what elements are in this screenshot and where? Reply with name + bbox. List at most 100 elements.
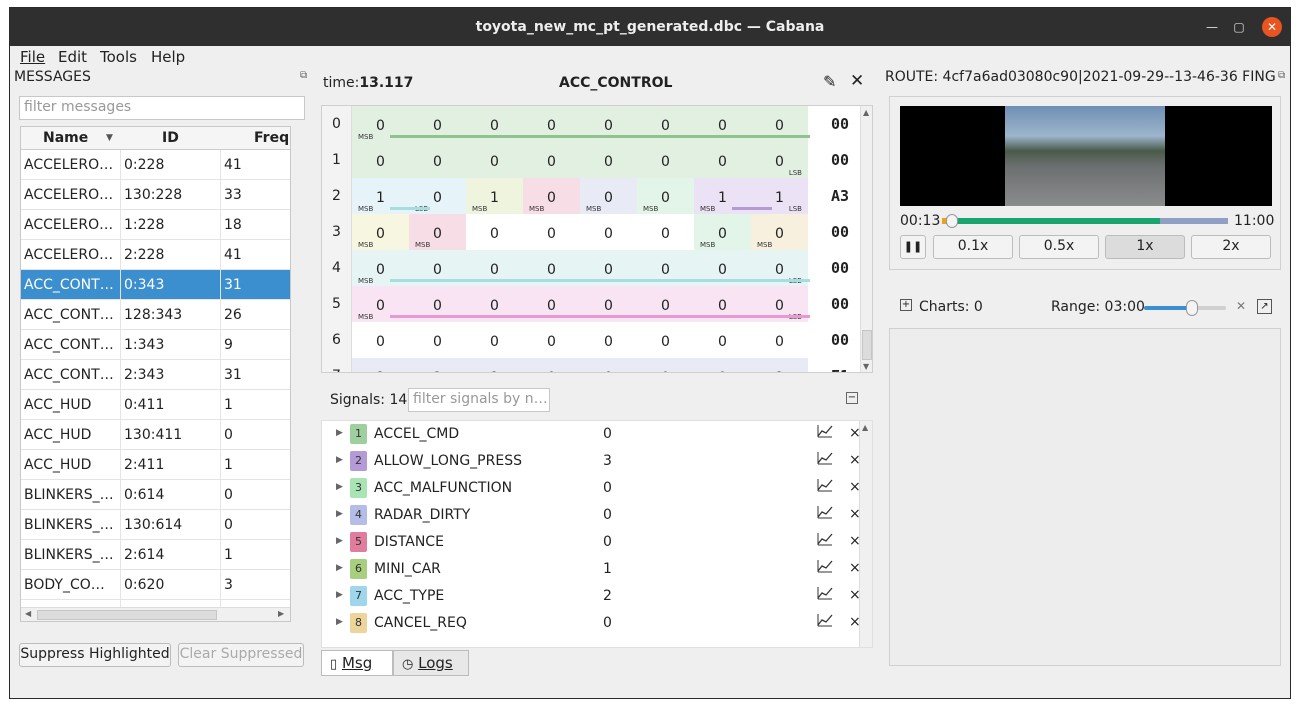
range-slider[interactable] (1144, 300, 1226, 316)
signal-row[interactable]: ▶ 5 DISTANCE 0 × (329, 529, 864, 556)
speed-0.1x-button[interactable]: 0.1x (933, 235, 1013, 259)
video-frame[interactable] (900, 106, 1272, 206)
suppress-highlighted-button[interactable]: Suppress Highlighted (19, 643, 171, 667)
pause-button[interactable]: ❚❚ (900, 235, 926, 259)
messages-hscrollbar[interactable]: ◀ ▶ (21, 607, 290, 621)
table-row[interactable]: ACC_CONT… 1:343 9 (21, 330, 290, 360)
signals-scrollbar[interactable]: ▲ (859, 421, 872, 647)
signal-row[interactable]: ▶ 4 RADAR_DIRTY 0 × (329, 502, 864, 529)
bit-cell[interactable]: 0 MSB (409, 214, 466, 250)
timeline-slider[interactable] (942, 214, 1228, 228)
bit-cell[interactable]: 0 (523, 322, 580, 358)
table-row[interactable]: ACCELERO… 130:228 33 (21, 180, 290, 210)
edit-icon[interactable]: ✎ (823, 72, 836, 91)
bit-cell[interactable]: 0 MSB (751, 214, 808, 250)
bit-cell[interactable]: 0 (694, 358, 751, 372)
clear-suppressed-button[interactable]: Clear Suppressed (178, 643, 304, 667)
expand-arrow-icon[interactable]: ▶ (336, 590, 343, 600)
plot-icon[interactable] (817, 451, 833, 469)
bit-cell[interactable]: 1 (352, 358, 409, 372)
bit-cell[interactable]: 1 (466, 358, 523, 372)
plot-icon[interactable] (817, 424, 833, 442)
signal-row[interactable]: ▶ 7 ACC_TYPE 2 × (329, 583, 864, 610)
bit-cell[interactable]: 0 (580, 322, 637, 358)
expand-arrow-icon[interactable]: ▶ (336, 617, 343, 627)
bit-cell[interactable]: 0 (409, 142, 466, 178)
signal-row[interactable]: ▶ 8 CANCEL_REQ 0 × (329, 610, 864, 637)
close-icon[interactable]: ✕ (1262, 17, 1282, 37)
bit-cell[interactable]: 0 (637, 214, 694, 250)
plot-icon[interactable] (817, 532, 833, 550)
table-row[interactable]: ACC_HUD 0:411 1 (21, 390, 290, 420)
bit-cell[interactable]: 1 (751, 358, 808, 372)
bit-cell[interactable]: 0 (580, 214, 637, 250)
bit-cell[interactable]: 0 (694, 142, 751, 178)
undock-route-icon[interactable]: ⧉ (1278, 70, 1285, 81)
menu-help[interactable]: Help (151, 48, 185, 66)
bit-cell[interactable]: 0 (352, 322, 409, 358)
expand-arrow-icon[interactable]: ▶ (336, 428, 343, 438)
timeline-handle[interactable] (946, 214, 958, 228)
bit-cell[interactable]: 0 (466, 214, 523, 250)
bit-cell[interactable]: 0 (466, 142, 523, 178)
tab-msg[interactable]: ▯ Msg (321, 650, 393, 676)
signal-row[interactable]: ▶ 2 ALLOW_LONG_PRESS 3 × (329, 448, 864, 475)
menu-edit[interactable]: Edit (58, 48, 87, 66)
bit-cell[interactable]: 0 (352, 142, 409, 178)
bit-cell[interactable]: 1 MSB (466, 178, 523, 214)
speed-2x-button[interactable]: 2x (1191, 235, 1271, 259)
bit-cell[interactable]: 0 (523, 358, 580, 372)
table-row[interactable]: BLINKERS_… 2:614 1 (21, 540, 290, 570)
filter-messages-input[interactable]: filter messages (19, 96, 305, 120)
maximize-icon[interactable]: ▢ (1229, 17, 1249, 37)
range-handle[interactable] (1186, 300, 1198, 316)
plot-icon[interactable] (817, 613, 833, 631)
add-chart-icon[interactable]: + (900, 299, 912, 311)
plot-icon[interactable] (817, 505, 833, 523)
plot-icon[interactable] (817, 586, 833, 604)
sort-icon[interactable]: ▼ (106, 133, 113, 143)
bit-cell[interactable]: 0 (580, 358, 637, 372)
bit-cell[interactable]: 0 (580, 142, 637, 178)
close-message-icon[interactable]: ✕ (850, 71, 864, 91)
bit-cell[interactable]: 0 MSB (694, 214, 751, 250)
expand-arrow-icon[interactable]: ▶ (336, 509, 343, 519)
messages-scrollbar[interactable]: ▲ ▼ (290, 127, 291, 607)
bit-cell[interactable]: 0 MSB (580, 178, 637, 214)
expand-arrow-icon[interactable]: ▶ (336, 536, 343, 546)
collapse-icon[interactable]: − (846, 392, 858, 404)
signal-row[interactable]: ▶ 6 MINI_CAR 1 × (329, 556, 864, 583)
table-row[interactable]: ACC_CONT… 128:343 26 (21, 300, 290, 330)
bit-cell[interactable]: 1 (409, 358, 466, 372)
speed-1x-button[interactable]: 1x (1105, 235, 1185, 259)
tab-logs[interactable]: ◷ Logs (393, 650, 469, 676)
expand-arrow-icon[interactable]: ▶ (336, 563, 343, 573)
bit-cell[interactable]: 0 (523, 214, 580, 250)
bit-cell[interactable]: 0 (637, 142, 694, 178)
col-freq[interactable]: Freq (254, 130, 289, 146)
bit-cell[interactable]: 0 LSB (751, 142, 808, 178)
table-row[interactable]: BODY_CO… 0:620 3 (21, 570, 290, 600)
plot-icon[interactable] (817, 478, 833, 496)
expand-charts-icon[interactable]: ↗ (1257, 299, 1272, 314)
col-name[interactable]: Name (43, 130, 88, 146)
table-row[interactable]: BLINKERS_… 0:614 0 (21, 480, 290, 510)
speed-0.5x-button[interactable]: 0.5x (1019, 235, 1099, 259)
table-row[interactable]: ACCELERO… 2:228 41 (21, 240, 290, 270)
bit-cell[interactable]: 0 (409, 322, 466, 358)
menu-file[interactable]: File (20, 48, 45, 66)
bit-cell[interactable]: 0 MSB (523, 178, 580, 214)
bit-cell[interactable]: 0 MSB (352, 214, 409, 250)
plot-icon[interactable] (817, 559, 833, 577)
filter-signals-input[interactable]: filter signals by n… (408, 388, 550, 412)
table-row[interactable]: ACC_CONT… 0:343 31 (21, 270, 290, 300)
bit-cell[interactable]: 0 (523, 142, 580, 178)
bit-cell[interactable]: 0 (751, 322, 808, 358)
table-row[interactable]: ACC_HUD 2:411 1 (21, 450, 290, 480)
table-row[interactable]: ACC_HUD 130:411 0 (21, 420, 290, 450)
bit-cell[interactable]: 0 (637, 322, 694, 358)
reset-range-icon[interactable]: ✕ (1236, 299, 1246, 313)
col-id[interactable]: ID (162, 130, 179, 146)
menu-tools[interactable]: Tools (100, 48, 137, 66)
expand-arrow-icon[interactable]: ▶ (336, 455, 343, 465)
